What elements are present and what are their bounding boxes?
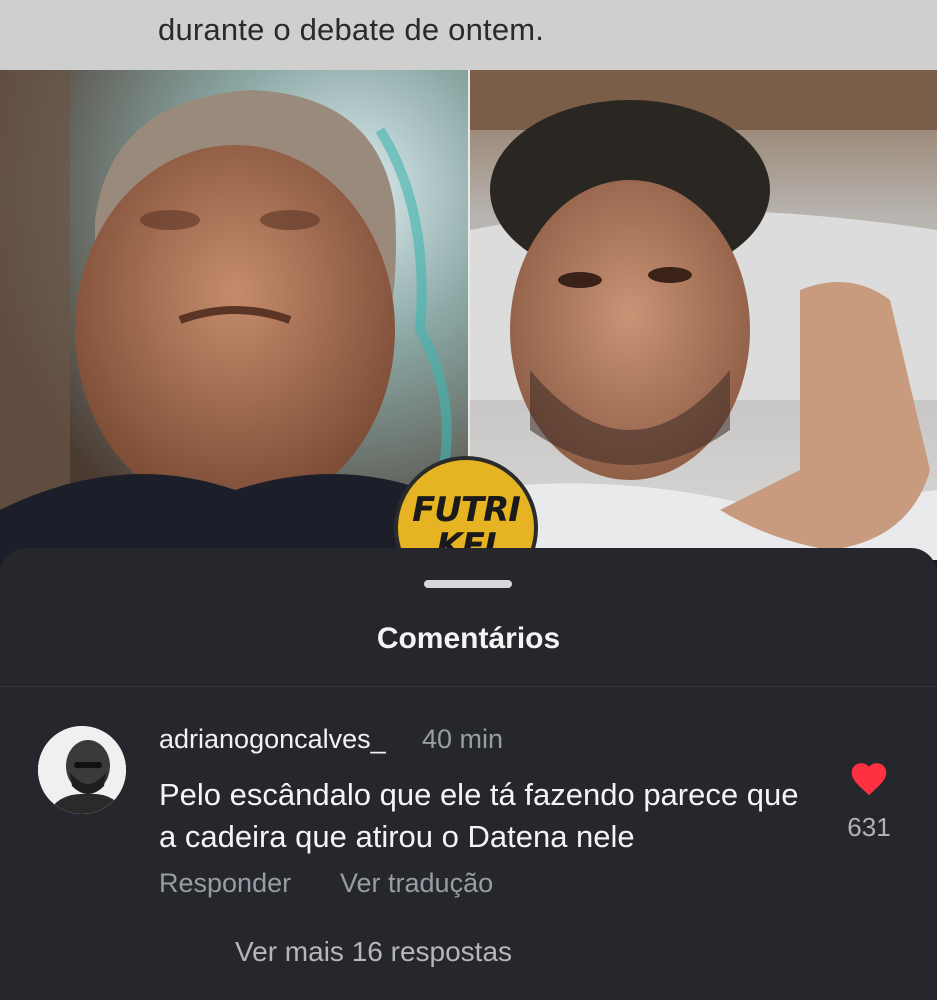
- view-more-replies-button[interactable]: Ver mais 16 respostas: [235, 936, 512, 968]
- caption-text: durante o debate de ontem.: [158, 12, 545, 47]
- sheet-title: Comentários: [376, 622, 561, 655]
- comments-sheet: Comentários adrianogoncalves_ 40 min Pel…: [0, 548, 937, 1000]
- photo-left: [0, 70, 468, 560]
- photo-right: [470, 70, 937, 560]
- translate-button[interactable]: Ver tradução: [340, 868, 493, 899]
- drag-handle[interactable]: [424, 580, 512, 588]
- logo-text-line1: FUTRI: [412, 490, 521, 530]
- comment-username[interactable]: adrianogoncalves_: [159, 724, 386, 755]
- comment-timestamp: 40 min: [422, 724, 504, 754]
- divider: [0, 686, 937, 687]
- avatar[interactable]: [38, 726, 126, 814]
- reply-button[interactable]: Responder: [159, 868, 291, 899]
- heart-icon[interactable]: [848, 758, 890, 796]
- like-count: 631: [847, 812, 891, 842]
- comment-text: Pelo escândalo que ele tá fazendo parece…: [159, 777, 799, 854]
- post-caption: durante o debate de ontem.: [0, 0, 937, 70]
- post-image[interactable]: FUTRI KEI: [0, 70, 937, 600]
